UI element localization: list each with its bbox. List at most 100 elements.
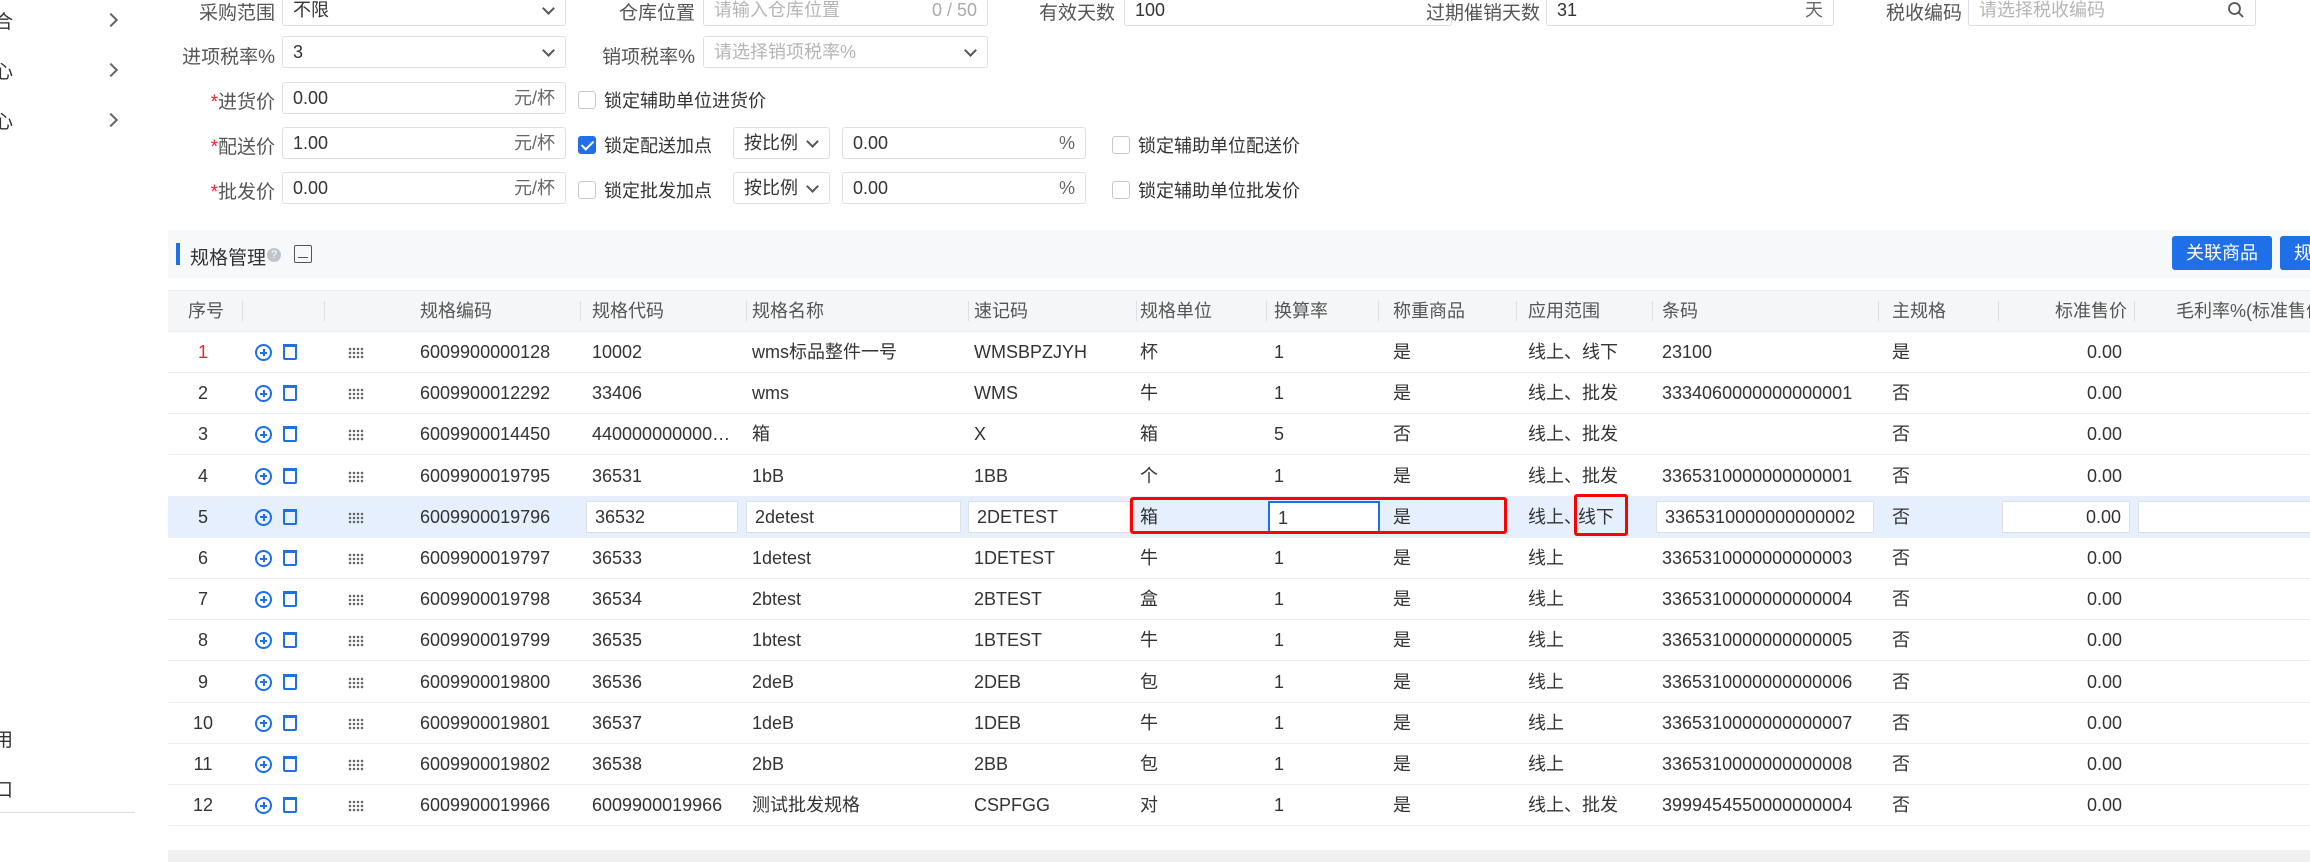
drag-handle-icon[interactable] [348,470,364,483]
delete-row-icon[interactable] [283,550,297,566]
add-row-icon[interactable] [255,344,272,361]
checkbox-box[interactable] [578,91,596,109]
col-weigh: 称重商品 [1393,301,1465,321]
tax-code-placeholder: 请选择税收编码 [1979,0,2105,20]
add-row-icon[interactable] [255,385,272,403]
sidebar-item-1[interactable]: 合 [0,0,130,40]
wholesale-price-input[interactable]: 0.00 元/杯 [282,172,566,204]
add-row-icon[interactable] [255,550,272,567]
spec-short-code-cell: 36533 [592,548,643,568]
checkbox-box[interactable] [1112,136,1130,154]
table-row[interactable]: 10 6009900019801 36537 1deB 1DEB 牛 1 是 线上 3365310… [168,702,2310,744]
delivery-price-input[interactable]: 1.00 元/杯 [282,127,566,159]
drag-handle-icon[interactable] [348,676,364,689]
delete-row-icon[interactable] [283,673,297,690]
add-row-icon[interactable] [255,426,272,444]
weigh-cell: 是 [1393,754,1411,774]
expiry-reminder-input[interactable]: 31 天 [1546,0,1834,26]
table-row[interactable]: 12 6009900019966 6009900019966 测试批发规格 CSPFGG… [168,785,2310,827]
valid-days-input[interactable]: 100 [1124,0,1452,26]
main-spec-cell: 否 [1892,795,1910,816]
drag-handle-icon[interactable] [348,388,364,401]
add-row-icon[interactable] [255,632,272,650]
delete-row-icon[interactable] [283,344,297,360]
drag-handle-icon[interactable] [348,717,364,730]
wholesale-markup-value: 0.00 [853,178,889,198]
sidebar-item-4[interactable]: 用 [0,718,130,758]
link-product-button[interactable]: 关联商品 [2172,236,2272,270]
delete-row-icon[interactable] [283,385,297,402]
row-index: 1 [197,342,208,362]
add-row-icon[interactable] [255,797,272,815]
search-icon[interactable] [2227,1,2245,19]
spec-name-input[interactable]: 2detest [746,500,961,533]
add-row-icon[interactable] [255,756,272,773]
checkbox-box[interactable] [1112,181,1130,199]
add-row-icon[interactable] [255,673,272,691]
purchase-price-input[interactable]: 0.00 元/杯 [282,82,566,114]
drag-handle-icon[interactable] [348,429,364,442]
table-row[interactable]: 8 6009900019799 36535 1btest 1BTEST 牛 1 是 线上 3365… [168,620,2310,662]
lock-aux-purchase-checkbox[interactable]: 锁定辅助单位进货价 [578,87,766,113]
table-row[interactable]: 4 6009900019795 36531 1bB 1BB 个 1 是 线上、批发 3365310… [168,455,2310,497]
output-tax-select[interactable]: 请选择销项税率% [703,36,988,68]
standard-price-input[interactable]: 0.00 [2002,500,2130,533]
sidebar-item-2[interactable]: 心 [0,50,130,90]
drag-handle-icon[interactable] [348,347,364,359]
horizontal-scrollbar[interactable] [168,850,2310,862]
collapse-icon[interactable] [294,245,312,263]
drag-handle-icon[interactable] [348,553,364,565]
delivery-markup-input[interactable]: 0.00 % [842,127,1086,159]
delivery-mode-select[interactable]: 按比例 [733,127,830,159]
add-row-icon[interactable] [255,714,272,732]
barcode-cell: 3365310000000000008 [1662,754,1853,774]
purchase-scope-select[interactable]: 不限 [282,0,566,26]
help-icon[interactable]: ? [267,248,281,262]
lock-aux-wholesale-checkbox[interactable]: 锁定辅助单位批发价 [1112,177,1300,203]
table-row[interactable]: 11 6009900019802 36538 2bB 2BB 包 1 是 线上 336531000… [168,744,2310,785]
delete-row-icon[interactable] [283,714,297,731]
spec-action-button[interactable]: 规 [2280,236,2310,270]
delete-row-icon[interactable] [283,508,297,525]
table-row[interactable]: 3 6009900014450 440000000000… 箱 X 箱 5 否 线上、批发 否 0.… [168,414,2310,456]
input-tax-select[interactable]: 3 [282,36,566,68]
delete-row-icon[interactable] [283,467,297,484]
drag-handle-icon[interactable] [348,511,364,524]
add-row-icon[interactable] [255,591,272,609]
add-row-icon[interactable] [255,508,272,526]
drag-handle-icon[interactable] [348,800,364,813]
sidebar-item-3[interactable]: 心 [0,100,130,140]
wholesale-mode-select[interactable]: 按比例 [733,172,830,204]
drag-handle-icon[interactable] [348,635,364,648]
delivery-markup-value: 0.00 [853,133,889,153]
delete-row-icon[interactable] [283,797,297,814]
table-row[interactable]: 2 6009900012292 33406 wms WMS 牛 1 是 线上、批发 3334060… [168,373,2310,415]
table-row[interactable]: 9 6009900019800 36536 2deB 2DEB 包 1 是 线上 33653100… [168,661,2310,703]
sidebar-item-5[interactable]: 口 [0,768,130,808]
checkbox-box-checked[interactable] [578,136,596,154]
spec-short-code-input[interactable]: 36532 [586,500,738,533]
table-row[interactable]: 7 6009900019798 36534 2btest 2BTEST 盒 1 是 线上 3365… [168,579,2310,621]
checkbox-box[interactable] [578,181,596,199]
add-row-icon[interactable] [255,467,272,485]
delete-row-icon[interactable] [283,426,297,443]
main-spec-cell[interactable]: 否 [1892,497,1982,537]
lock-delivery-markup-checkbox[interactable]: 锁定配送加点 [578,132,712,158]
warehouse-location-input[interactable]: 请输入仓库位置 0 / 50 [703,0,988,26]
shorthand-cell: 1DETEST [974,548,1056,568]
wholesale-markup-input[interactable]: 0.00 % [842,172,1086,204]
lock-aux-delivery-checkbox[interactable]: 锁定辅助单位配送价 [1112,132,1300,158]
table-row[interactable]: 6 6009900019797 36533 1detest 1DETEST 牛 1 是 线上 33… [168,538,2310,579]
lock-wholesale-markup-checkbox[interactable]: 锁定批发加点 [578,177,712,203]
drag-handle-icon[interactable] [348,759,364,771]
barcode-input[interactable]: 3365310000000000002 [1656,500,1874,533]
delete-row-icon[interactable] [283,756,297,772]
shorthand-input[interactable]: 2DETEST [968,500,1130,533]
spec-code-cell: 6009900019798 [420,589,551,610]
table-row[interactable]: 1 6009900000128 10002 wms标品整件一号 WMSBPZJYH 杯 1 是… [168,332,2310,373]
gross-margin-input[interactable] [2138,500,2310,533]
delete-row-icon[interactable] [283,632,297,649]
delete-row-icon[interactable] [283,591,297,608]
tax-code-input[interactable]: 请选择税收编码 [1968,0,2256,26]
drag-handle-icon[interactable] [348,594,364,607]
